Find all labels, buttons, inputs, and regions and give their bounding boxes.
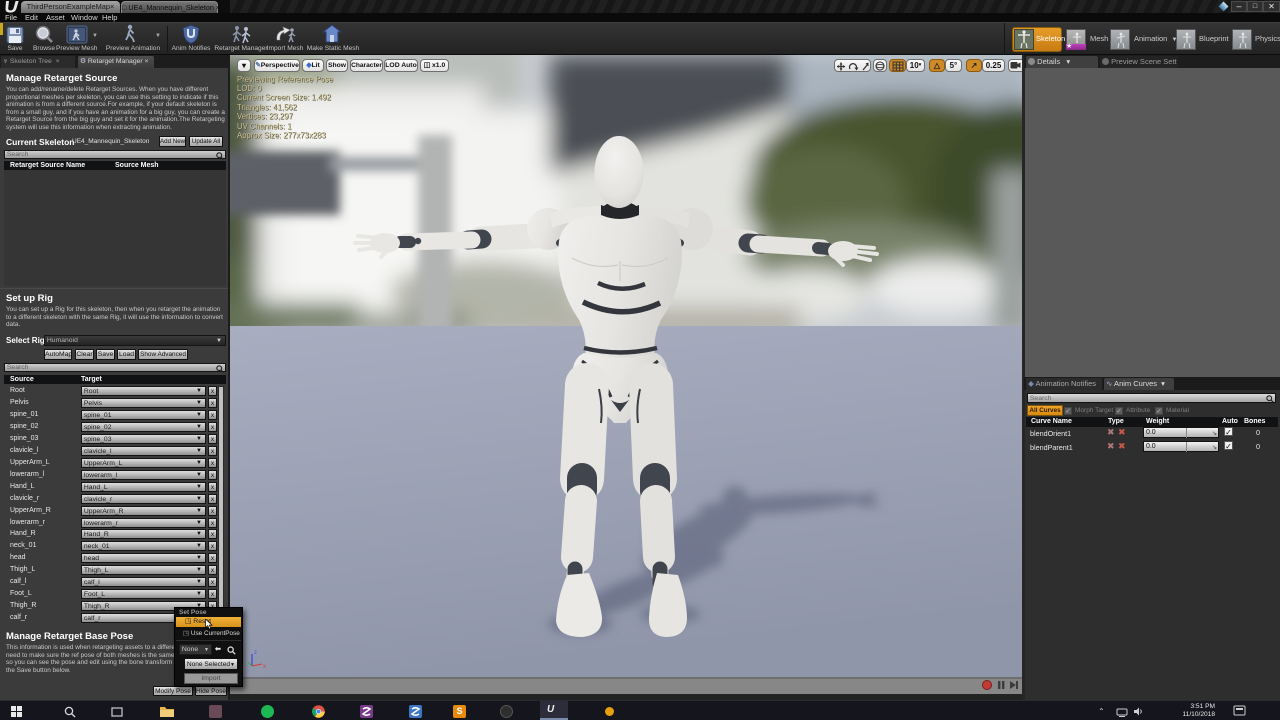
svg-text:z: z xyxy=(254,650,257,656)
svg-text:x: x xyxy=(263,664,266,670)
